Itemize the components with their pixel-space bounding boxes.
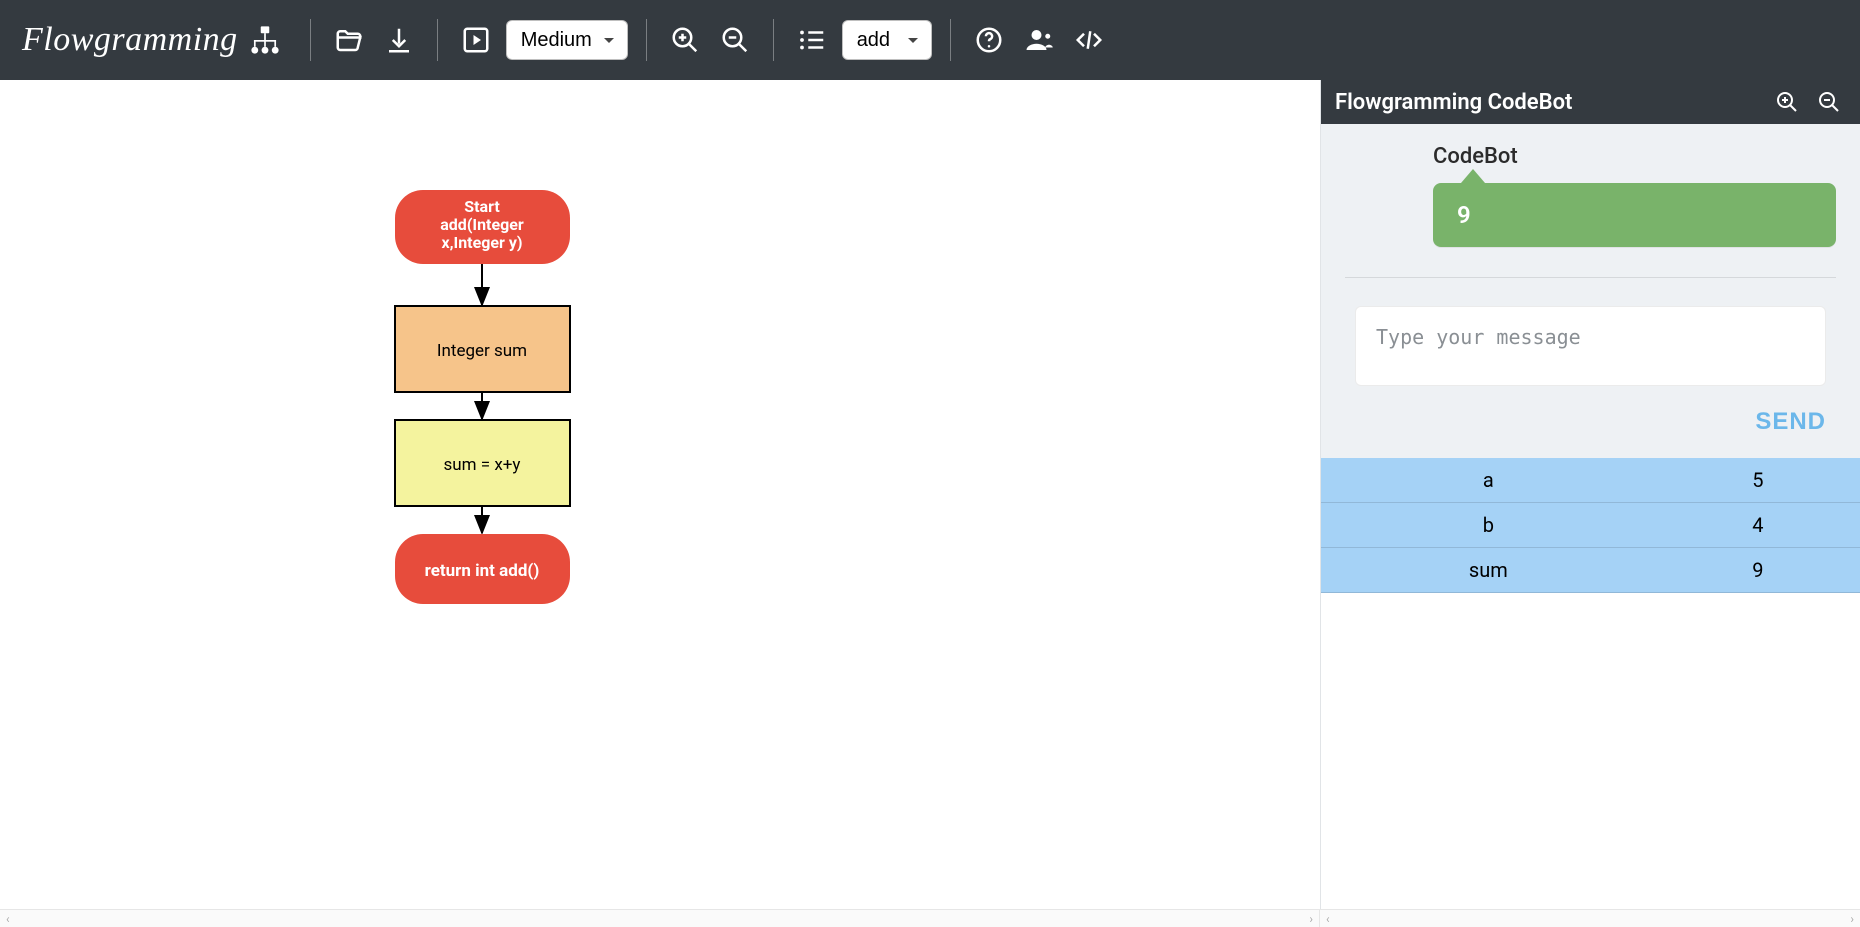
- separator: [950, 19, 951, 61]
- scroll-right-icon: ›: [1309, 912, 1313, 926]
- flow-node-start-line2: add(Integer: [440, 215, 524, 234]
- run-button[interactable]: [456, 20, 496, 60]
- help-button[interactable]: [969, 20, 1009, 60]
- variable-value: 5: [1656, 458, 1860, 503]
- codebot-title: Flowgramming CodeBot: [1335, 90, 1572, 115]
- codebot-zoom-out-button[interactable]: [1812, 85, 1846, 119]
- functions-list-button[interactable]: [792, 20, 832, 60]
- flow-node-assign-text: sum = x+y: [444, 455, 521, 475]
- function-select[interactable]: add: [842, 20, 932, 60]
- variable-row: a5: [1321, 458, 1860, 503]
- panel-h-scrollbar[interactable]: ‹›: [1320, 910, 1860, 927]
- flowchart-canvas[interactable]: Start add(Integer x,Integer y) Integer s…: [0, 80, 1320, 909]
- flow-node-start-line3: x,Integer y): [441, 233, 522, 252]
- scroll-left-icon: ‹: [1326, 912, 1330, 926]
- scroll-right-icon: ›: [1850, 912, 1854, 926]
- speed-select-wrap: Medium: [506, 20, 628, 60]
- variable-value: 9: [1656, 548, 1860, 593]
- scroll-left-icon: ‹: [6, 912, 10, 926]
- variable-name: sum: [1321, 548, 1656, 593]
- flow-node-declare[interactable]: Integer sum: [395, 306, 570, 392]
- variable-row: b4: [1321, 503, 1860, 548]
- folder-open-icon: [334, 25, 364, 55]
- user-group-icon: [1024, 25, 1054, 55]
- separator: [310, 19, 311, 61]
- codebot-message-bubble: 9: [1433, 183, 1836, 247]
- codebot-zoom-in-button[interactable]: [1770, 85, 1804, 119]
- canvas-h-scrollbar[interactable]: ‹›: [0, 910, 1320, 927]
- canvas-zoom-out-button[interactable]: [715, 20, 755, 60]
- flow-node-return-text: return int add(): [425, 561, 540, 581]
- variable-table: a5b4sum9: [1321, 458, 1860, 593]
- help-icon: [974, 25, 1004, 55]
- separator: [773, 19, 774, 61]
- zoom-out-icon: [720, 25, 750, 55]
- main-area: Start add(Integer x,Integer y) Integer s…: [0, 80, 1860, 909]
- variable-value: 4: [1656, 503, 1860, 548]
- codebot-message-text: 9: [1457, 201, 1471, 229]
- function-select-wrap: add: [842, 20, 932, 60]
- view-code-button[interactable]: [1069, 20, 1109, 60]
- download-button[interactable]: [379, 20, 419, 60]
- divider: [1345, 277, 1836, 278]
- flow-node-start[interactable]: Start add(Integer x,Integer y): [395, 190, 570, 264]
- codebot-chat-area: CodeBot 9: [1321, 124, 1860, 306]
- canvas-zoom-in-button[interactable]: [665, 20, 705, 60]
- variable-row: sum9: [1321, 548, 1860, 593]
- zoom-in-icon: [1775, 90, 1799, 114]
- codebot-sender-label: CodeBot: [1433, 144, 1836, 169]
- brand-name: Flowgramming: [22, 21, 238, 59]
- brand-logo: Flowgramming: [22, 21, 282, 59]
- zoom-out-icon: [1817, 90, 1841, 114]
- play-icon: [461, 25, 491, 55]
- flow-node-start-line1: Start: [464, 197, 500, 216]
- sitemap-icon: [248, 23, 282, 57]
- flow-node-declare-text: Integer sum: [437, 341, 527, 361]
- variable-name: b: [1321, 503, 1656, 548]
- code-icon: [1074, 25, 1104, 55]
- about-button[interactable]: [1019, 20, 1059, 60]
- flowchart-svg: Start add(Integer x,Integer y) Integer s…: [0, 80, 1000, 780]
- zoom-in-icon: [670, 25, 700, 55]
- list-icon: [797, 25, 827, 55]
- flow-node-assign[interactable]: sum = x+y: [395, 420, 570, 506]
- top-toolbar: Flowgramming Medium: [0, 0, 1860, 80]
- speed-select[interactable]: Medium: [506, 20, 628, 60]
- bottom-scrollbars: ‹› ‹›: [0, 909, 1860, 927]
- codebot-send-button[interactable]: SEND: [1755, 408, 1826, 436]
- download-icon: [384, 25, 414, 55]
- flow-node-return[interactable]: return int add(): [395, 534, 570, 604]
- codebot-panel: Flowgramming CodeBot CodeBot 9 SEND: [1320, 80, 1860, 909]
- variable-name: a: [1321, 458, 1656, 503]
- separator: [646, 19, 647, 61]
- codebot-input[interactable]: [1355, 306, 1826, 386]
- open-folder-button[interactable]: [329, 20, 369, 60]
- codebot-header: Flowgramming CodeBot: [1321, 80, 1860, 124]
- separator: [437, 19, 438, 61]
